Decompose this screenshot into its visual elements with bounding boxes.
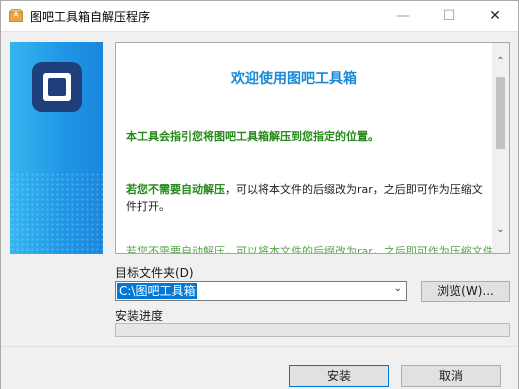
install-progress-bar [115,323,510,337]
info-instruction: 本工具会指引您将图吧工具箱解压到您指定的位置。 [126,130,379,143]
progress-label: 安装进度 [115,309,164,323]
target-folder-label: 目标文件夹(D) [115,266,194,280]
tuba-logo-icon [32,62,82,112]
maximize-button[interactable]: ☐ [426,1,472,31]
close-button[interactable]: ✕ [472,1,518,31]
browse-button[interactable]: 浏览(W)... [421,281,510,302]
cancel-button[interactable]: 取消 [401,365,501,387]
info-panel[interactable]: 欢迎使用图吧工具箱 本工具会指引您将图吧工具箱解压到您指定的位置。 若您不需要自… [115,42,510,254]
title-bar[interactable]: 图吧工具箱自解压程序 — ☐ ✕ [1,1,518,31]
welcome-heading: 欢迎使用图吧工具箱 [231,71,357,87]
minimize-button[interactable]: — [380,1,426,31]
scroll-thumb[interactable] [496,77,505,149]
target-folder-value[interactable]: C:\图吧工具箱 [117,283,198,299]
info-paragraph-highlight: 若您不需要自动解压 [126,183,225,196]
info-paragraph: 若您不需要自动解压，可以将本文件的后缀改为rar，之后即可作为压缩文件打开。 [126,181,488,215]
side-banner [10,42,103,254]
window-title: 图吧工具箱自解压程序 [30,10,151,24]
scroll-up-icon[interactable]: ⌃ [492,56,509,68]
install-button[interactable]: 安装 [289,365,389,387]
banner-pattern [10,172,103,254]
scroll-down-icon[interactable]: ⌄ [492,224,509,236]
info-partial-line: 若您不需要自动解压，可以将本文件的后缀改为rar，之后即可作为压缩文件打开。 [126,245,510,254]
chevron-down-icon[interactable]: ⌄ [394,283,402,294]
logo-square-hole [48,78,66,96]
installer-window: 图吧工具箱自解压程序 — ☐ ✕ 欢迎使用图吧工具箱 本工具会指引您将图吧工具箱… [0,0,519,389]
target-folder-combobox[interactable]: C:\图吧工具箱 ⌄ [115,281,407,301]
package-icon [8,9,24,22]
info-scrollbar[interactable]: ⌃ ⌄ [492,43,509,253]
button-footer: 安装 取消 [1,346,518,389]
title-separator [1,31,518,32]
